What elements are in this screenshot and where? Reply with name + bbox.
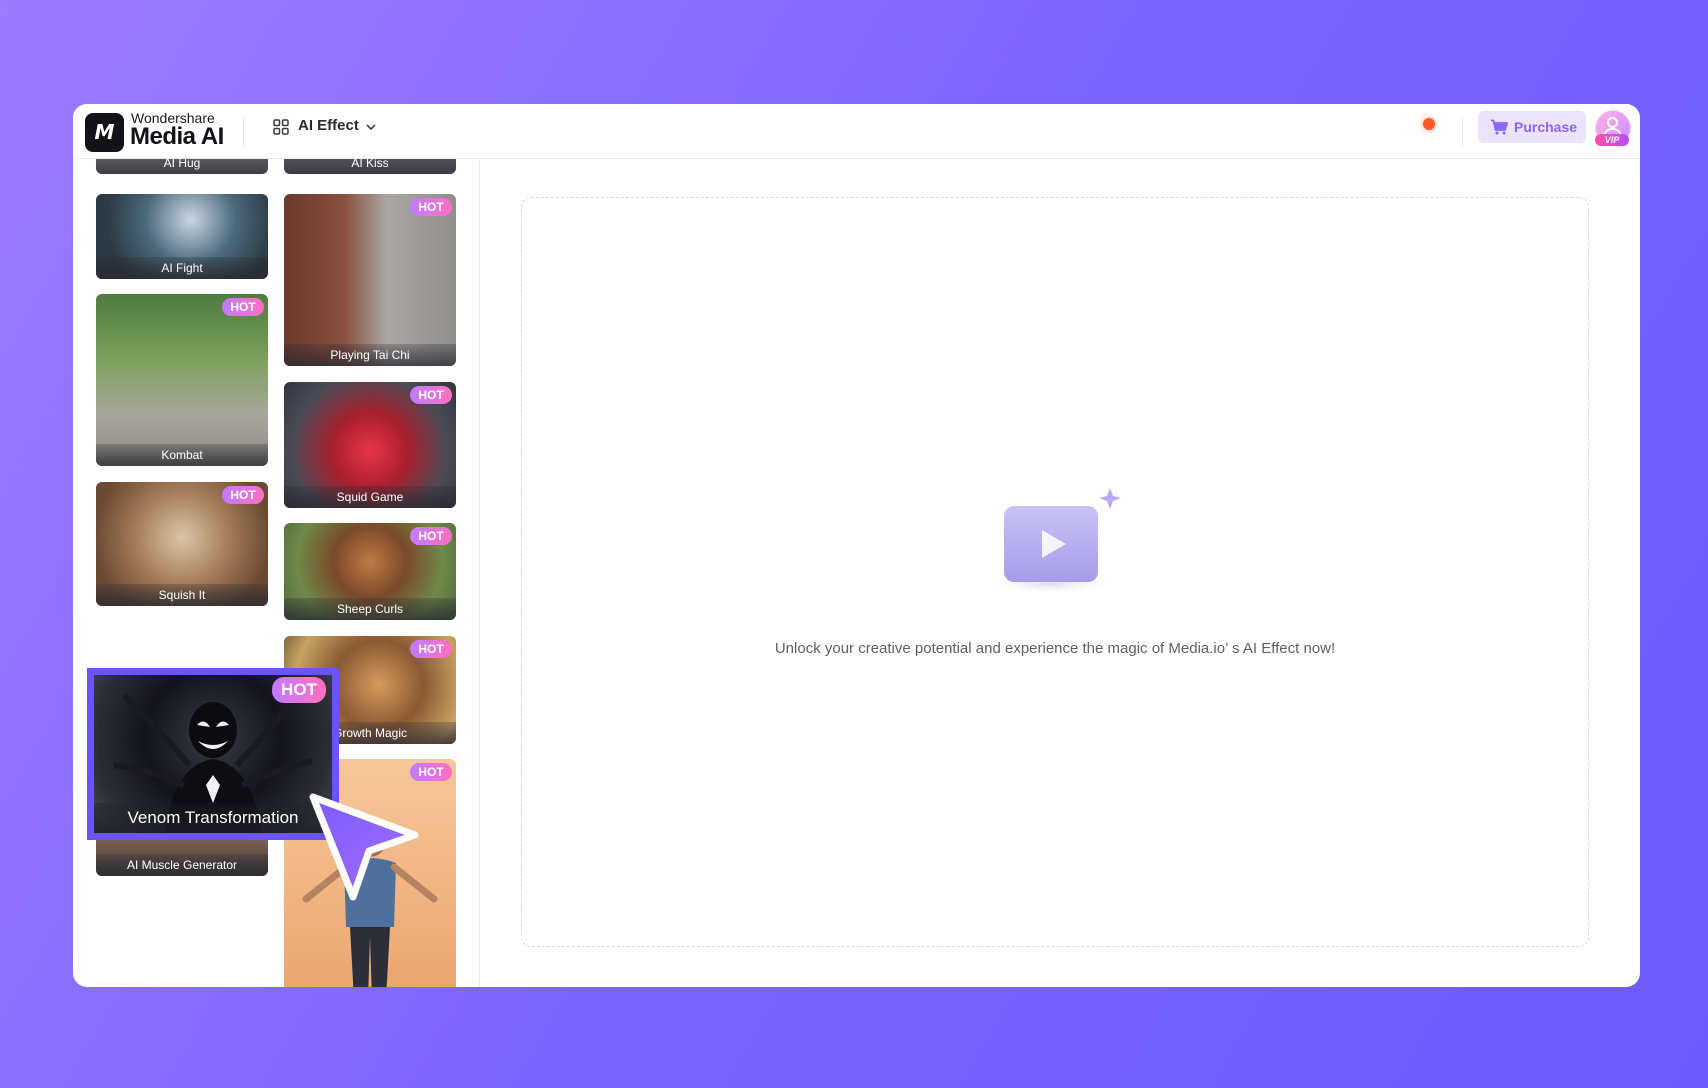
vip-badge: VIP [1595,134,1629,146]
avatar-head [1607,117,1618,128]
header-divider [243,116,244,146]
header-separator [1462,116,1463,146]
effect-card-ai-hug[interactable]: AI Hug [96,159,268,174]
hot-badge: HOT [410,527,452,545]
card-label: Venom Transformation [94,803,332,833]
effect-card-venom-transformation[interactable]: HOT Venom Transformation [87,668,339,840]
effect-card-sheep-curls[interactable]: HOT Sheep Curls [284,523,456,620]
hot-badge: HOT [410,198,452,216]
top-header: M Wondershare Media AI AI Effect Purchas… [73,104,1640,159]
card-label: AI Hug [96,159,268,174]
effect-card-squish-it[interactable]: HOT Squish It [96,482,268,606]
result-preview-area: Unlock your creative potential and exper… [521,197,1589,947]
card-label: AI Muscle Generator [96,854,268,876]
purchase-label: Purchase [1514,119,1578,135]
empty-state-message: Unlock your creative potential and exper… [774,640,1336,657]
video-play-icon [982,488,1121,594]
purchase-button[interactable]: Purchase [1478,111,1586,143]
effect-card-ai-fight[interactable]: AI Fight [96,194,268,279]
cursor-arrow-icon [309,793,419,901]
ai-effect-menu[interactable]: AI Effect [298,117,359,134]
card-label: Playing Tai Chi [284,344,456,366]
effect-card-playing-tai-chi[interactable]: HOT Playing Tai Chi [284,194,456,366]
effect-card-ai-kiss[interactable]: AI Kiss [284,159,456,174]
effects-sidebar[interactable]: AI Hug AI Kiss AI Fight HOT Kombat HOT S… [73,159,480,987]
logo-icon[interactable]: M [85,113,124,152]
effect-card-kombat[interactable]: HOT Kombat [96,294,268,466]
notification-dot[interactable] [1423,118,1435,130]
hot-badge: HOT [222,486,264,504]
card-label: AI Fight [96,257,268,279]
effect-card-squid-game[interactable]: HOT Squid Game [284,382,456,508]
app-window: M Wondershare Media AI AI Effect Purchas… [73,104,1640,987]
hot-badge: HOT [410,640,452,658]
hot-badge: HOT [272,677,326,703]
chevron-down-icon[interactable] [365,121,377,133]
sparkle-icon [1099,488,1121,509]
grid-icon[interactable] [273,119,289,135]
brand-title[interactable]: Media AI [130,123,224,151]
card-label: Squid Game [284,486,456,508]
card-label: Sheep Curls [284,598,456,620]
hot-badge: HOT [222,298,264,316]
card-label: Squish It [96,584,268,606]
cart-icon [1491,119,1508,135]
hot-badge: HOT [410,386,452,404]
card-label: AI Kiss [284,159,456,174]
card-label: Kombat [96,444,268,466]
